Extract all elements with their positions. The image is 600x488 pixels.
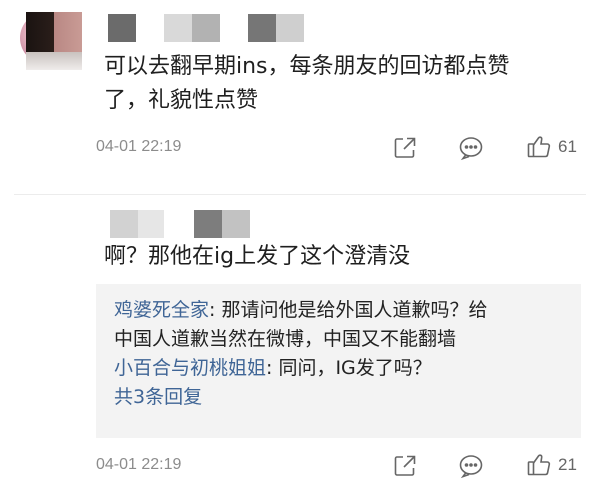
- replies-box[interactable]: 鸡婆死全家: 那请问他是给外国人道歉吗？给 中国人道歉当然在微博，中国又不能翻墙…: [96, 284, 581, 438]
- reply-text: : 同问，IG发了吗？: [266, 357, 432, 379]
- comment-item: 可以去翻早期ins，每条朋友的回访都点赞 了，礼貌性点赞 04-01 22:19…: [0, 0, 600, 196]
- reply-button[interactable]: [458, 453, 486, 479]
- comment-text-line: 可以去翻早期ins，每条朋友的回访都点赞: [104, 54, 510, 79]
- like-icon: [527, 454, 551, 476]
- share-icon: [394, 455, 416, 476]
- comment-time: 04-01 22:19: [96, 456, 182, 473]
- comment-icon: [459, 137, 483, 161]
- divider: [14, 194, 586, 195]
- reply-item[interactable]: 鸡婆死全家: 那请问他是给外国人道歉吗？给: [114, 296, 565, 325]
- reply-item[interactable]: 小百合与初桃姐姐: 同问，IG发了吗？: [114, 354, 565, 383]
- avatar[interactable]: [26, 12, 82, 52]
- reply-username[interactable]: 小百合与初桃姐姐: [114, 357, 266, 379]
- more-replies-link[interactable]: 共3条回复: [114, 383, 565, 412]
- reply-text: 中国人道歉当然在微博，中国又不能翻墙: [114, 328, 457, 350]
- like-button[interactable]: 21: [526, 452, 577, 478]
- like-icon: [527, 136, 551, 158]
- share-button[interactable]: [392, 135, 418, 161]
- comment-text: 可以去翻早期ins，每条朋友的回访都点赞 了，礼貌性点赞: [104, 50, 574, 118]
- reply-username[interactable]: 鸡婆死全家: [114, 299, 209, 321]
- reply-button[interactable]: [458, 135, 486, 161]
- username-pixelated[interactable]: [110, 210, 250, 238]
- username-pixelated[interactable]: [108, 14, 304, 42]
- comment-icon: [459, 455, 483, 479]
- comment-text: 啊？那他在ig上发了这个澄清没: [104, 244, 411, 269]
- share-icon: [394, 137, 416, 158]
- comment-time: 04-01 22:19: [96, 138, 182, 155]
- avatar-blur: [26, 52, 82, 70]
- share-button[interactable]: [392, 453, 418, 479]
- like-count: 21: [558, 455, 577, 474]
- comment-text-line: 了，礼貌性点赞: [104, 88, 259, 113]
- like-count: 61: [558, 137, 577, 156]
- reply-text: : 那请问他是给外国人道歉吗？给: [209, 299, 488, 321]
- like-button[interactable]: 61: [526, 134, 577, 160]
